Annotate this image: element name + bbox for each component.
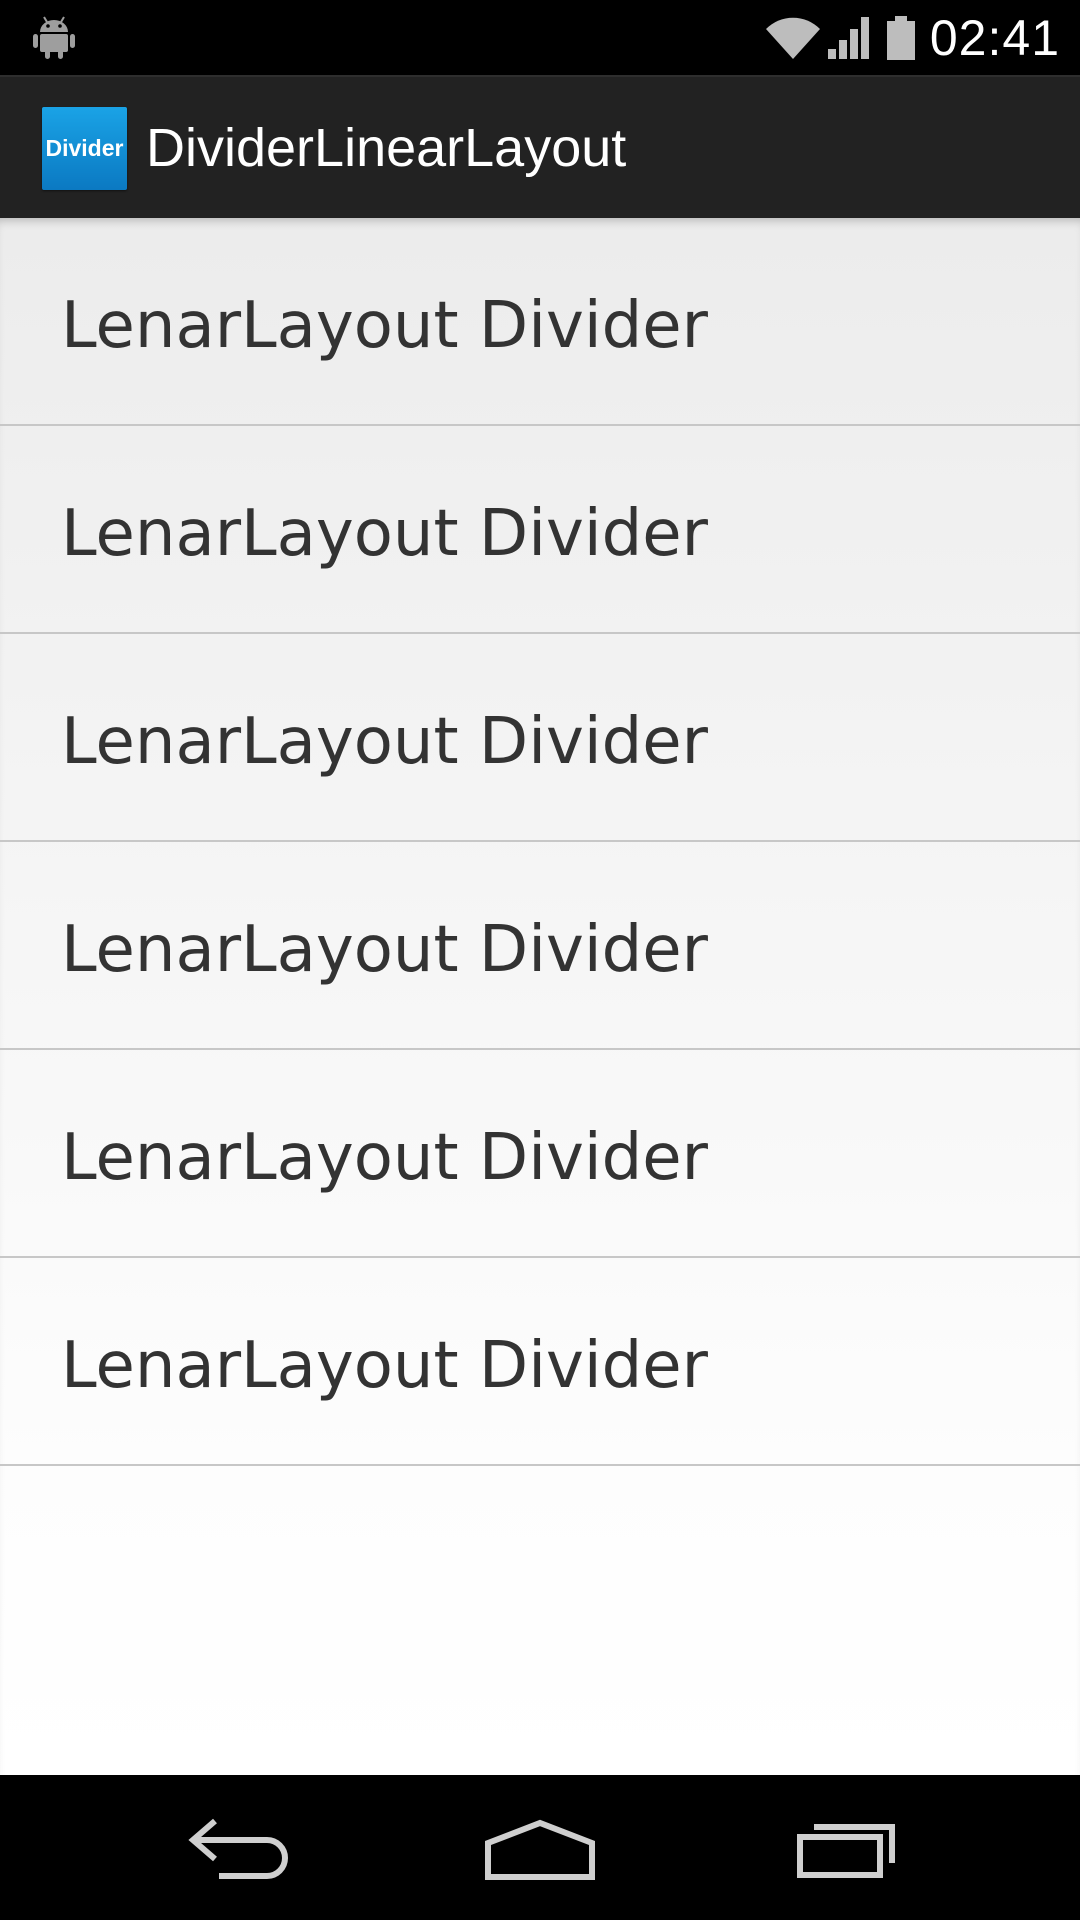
app-title: DividerLinearLayout: [146, 118, 627, 178]
battery-icon: [886, 15, 915, 60]
status-bar: 02:41: [0, 0, 1080, 75]
list-item-label: LenarLayout Divider: [61, 289, 708, 363]
action-bar: Divider DividerLinearLayout: [0, 75, 1080, 218]
signal-icon: [827, 16, 869, 59]
list-item-label: LenarLayout Divider: [61, 705, 708, 779]
recents-icon: [797, 1823, 895, 1878]
list-item: LenarLayout Divider: [0, 842, 1080, 1050]
list-item-label: LenarLayout Divider: [61, 1121, 708, 1195]
status-time: 02:41: [929, 9, 1060, 66]
home-icon: [485, 1819, 595, 1880]
list-item: LenarLayout Divider: [0, 634, 1080, 842]
wifi-icon: [765, 17, 820, 59]
list-item: LenarLayout Divider: [0, 426, 1080, 634]
list-item: LenarLayout Divider: [0, 1050, 1080, 1258]
list-item: LenarLayout Divider: [0, 1258, 1080, 1466]
app-icon[interactable]: Divider: [42, 107, 127, 190]
home-button[interactable]: [430, 1775, 650, 1920]
list-item: LenarLayout Divider: [0, 218, 1080, 426]
recents-button[interactable]: [735, 1775, 955, 1920]
back-button[interactable]: [130, 1775, 350, 1920]
back-icon: [188, 1818, 288, 1879]
divider-linear-layout: LenarLayout Divider LenarLayout Divider …: [0, 218, 1080, 1775]
list-item-label: LenarLayout Divider: [61, 497, 708, 571]
list-item-label: LenarLayout Divider: [61, 1329, 708, 1403]
android-icon: [33, 16, 75, 59]
list-item-label: LenarLayout Divider: [61, 913, 708, 987]
navigation-bar: [0, 1775, 1080, 1920]
